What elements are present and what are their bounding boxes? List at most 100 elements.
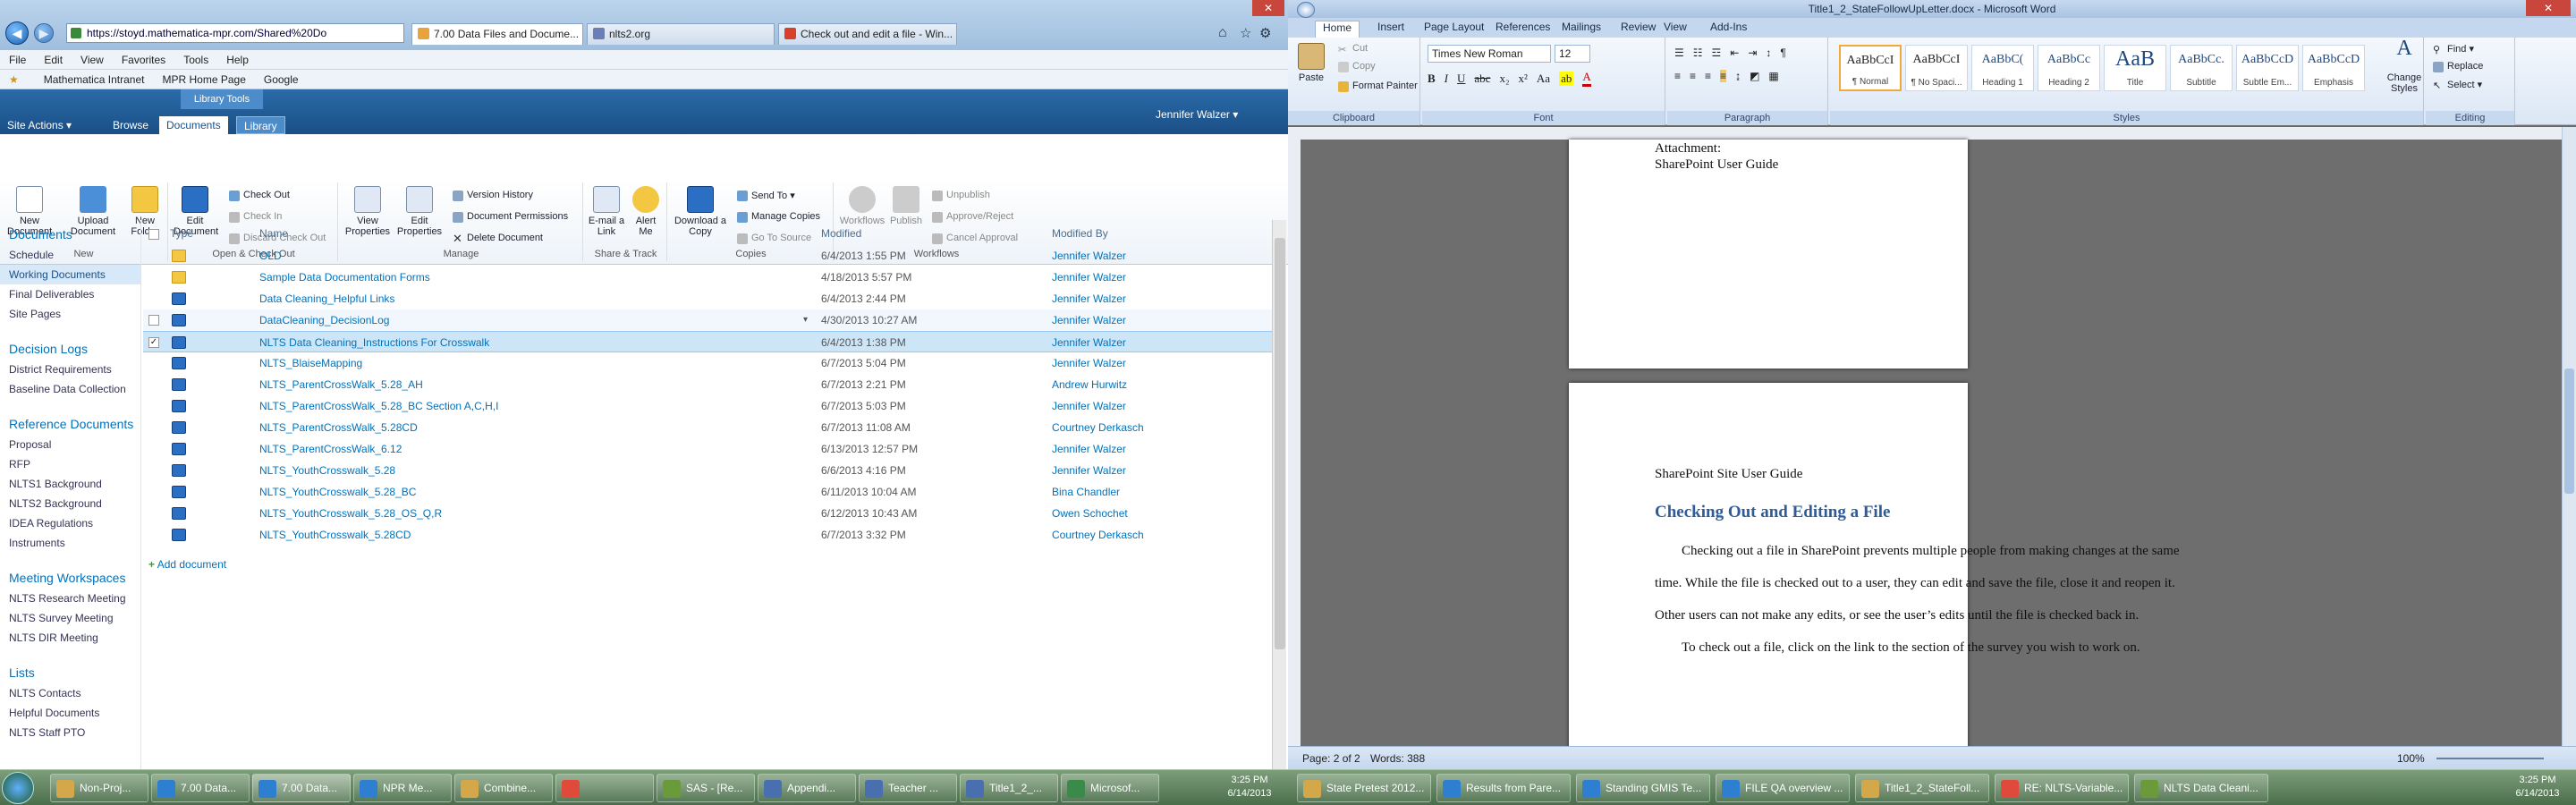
nav-schedule[interactable]: Schedule: [9, 245, 140, 265]
row-modified-by[interactable]: Jennifer Walzer: [1052, 332, 1126, 353]
bullets-icon[interactable]: ☰: [1674, 47, 1684, 59]
table-row[interactable]: NLTS_YouthCrosswalk_5.28 6/6/2013 4:16 PM…: [143, 460, 1272, 481]
line-spacing-icon[interactable]: ↨: [1735, 70, 1741, 82]
format-painter-button[interactable]: Format Painter: [1338, 80, 1418, 92]
row-name[interactable]: NLTS_ParentCrossWalk_5.28CD: [259, 417, 418, 438]
row-modified-by[interactable]: Jennifer Walzer: [1052, 460, 1126, 481]
fav-mpr-home[interactable]: MPR Home Page: [163, 73, 246, 86]
row-name[interactable]: NLTS_ParentCrossWalk_5.28_BC Section A,C…: [259, 395, 498, 417]
row-name[interactable]: OLD: [259, 245, 282, 267]
sort-icon[interactable]: ↕: [1766, 47, 1771, 59]
clock-left[interactable]: 3:25 PM 6/14/2013: [1218, 774, 1281, 801]
row-name[interactable]: NLTS_ParentCrossWalk_5.28_AH: [259, 374, 423, 395]
bold-icon[interactable]: B: [1428, 72, 1436, 86]
taskbar-button[interactable]: Title1_2_StateFoll...: [1855, 774, 1989, 802]
user-menu[interactable]: Jennifer Walzer ▾: [1148, 106, 1245, 123]
row-name[interactable]: NLTS_YouthCrosswalk_5.28_OS_Q,R: [259, 503, 442, 524]
page-1[interactable]: Attachment: SharePoint User Guide: [1569, 140, 1968, 369]
tab-check-out[interactable]: Check out and edit a file - Win...: [778, 23, 957, 45]
table-row[interactable]: NLTS_ParentCrossWalk_6.12 6/13/2013 12:57…: [143, 438, 1272, 460]
highlight-icon[interactable]: ab: [1559, 71, 1574, 86]
select-all-checkbox[interactable]: [148, 229, 159, 240]
numbering-icon[interactable]: ☷: [1693, 47, 1703, 59]
tab-library[interactable]: Library: [236, 116, 285, 134]
table-row[interactable]: NLTS_ParentCrossWalk_5.28_BC Section A,C…: [143, 395, 1272, 417]
row-modified-by[interactable]: Courtney Derkasch: [1052, 417, 1144, 438]
font-color-icon[interactable]: A: [1582, 70, 1591, 87]
nav-head-reference[interactable]: Reference Documents: [9, 417, 140, 431]
strikethrough-icon[interactable]: abc: [1474, 72, 1490, 86]
style-3[interactable]: AaBbCc Heading 2: [2038, 45, 2100, 91]
taskbar-button[interactable]: SAS - [Re...: [657, 774, 755, 802]
nav-head-documents[interactable]: Documents: [9, 227, 140, 242]
home-icon[interactable]: ⌂: [1218, 25, 1227, 41]
office-button[interactable]: [1297, 2, 1315, 18]
align-right-icon[interactable]: ≡: [1705, 70, 1711, 82]
table-row[interactable]: Sample Data Documentation Forms 4/18/2013…: [143, 267, 1272, 288]
table-row[interactable]: NLTS_ParentCrossWalk_5.28CD 6/7/2013 11:0…: [143, 417, 1272, 438]
taskbar-button[interactable]: Teacher ...: [859, 774, 957, 802]
nav-nlts1-background[interactable]: NLTS1 Background: [9, 474, 140, 494]
word-count[interactable]: Words: 388: [1370, 747, 1425, 769]
row-checkbox[interactable]: ✓: [148, 337, 159, 348]
align-center-icon[interactable]: ≡: [1690, 70, 1696, 82]
nav-head-meeting[interactable]: Meeting Workspaces: [9, 571, 140, 585]
word-tab-mailings[interactable]: Mailings: [1562, 21, 1601, 33]
multilevel-list-icon[interactable]: ☲: [1712, 47, 1722, 59]
italic-icon[interactable]: I: [1445, 72, 1448, 86]
paste-button[interactable]: Paste: [1293, 43, 1329, 83]
tab-nlts2[interactable]: nlts2.org: [587, 23, 775, 45]
taskbar-button[interactable]: Title1_2_...: [960, 774, 1058, 802]
taskbar-button[interactable]: FILE QA overview ...: [1716, 774, 1850, 802]
menu-file[interactable]: File: [9, 54, 26, 66]
decrease-indent-icon[interactable]: ⇤: [1730, 47, 1739, 59]
word-tab-references[interactable]: References: [1496, 21, 1550, 33]
table-row[interactable]: NLTS_BlaiseMapping 6/7/2013 5:04 PM Jennif…: [143, 352, 1272, 374]
table-row[interactable]: NLTS_YouthCrosswalk_5.28CD 6/7/2013 3:32 …: [143, 524, 1272, 546]
row-modified-by[interactable]: Jennifer Walzer: [1052, 395, 1126, 417]
scroll-thumb[interactable]: [1275, 238, 1285, 649]
clock-right[interactable]: 3:25 PM 6/14/2013: [2506, 774, 2569, 801]
row-name[interactable]: Data Cleaning_Helpful Links: [259, 288, 394, 309]
tab-documents[interactable]: Documents: [159, 116, 228, 134]
style-6[interactable]: AaBbCcD Subtle Em...: [2236, 45, 2299, 91]
superscript-icon[interactable]: x²: [1519, 72, 1528, 86]
style-5[interactable]: AaBbCc. Subtitle: [2170, 45, 2233, 91]
style-4[interactable]: AaB Title: [2104, 45, 2166, 91]
page-count[interactable]: Page: 2 of 2: [1302, 747, 1360, 769]
row-checkbox[interactable]: [148, 315, 159, 326]
menu-tools[interactable]: Tools: [183, 54, 208, 66]
nav-district-requirements[interactable]: District Requirements: [9, 360, 140, 379]
nav-research-meeting[interactable]: NLTS Research Meeting: [9, 589, 140, 608]
nav-site-pages[interactable]: Site Pages: [9, 304, 140, 324]
style-2[interactable]: AaBbC(Heading 1: [1971, 45, 2034, 91]
table-row[interactable]: NLTS_YouthCrosswalk_5.28_BC 6/11/2013 10:…: [143, 481, 1272, 503]
word-tab-page-layout[interactable]: Page Layout: [1424, 21, 1484, 33]
taskbar-button[interactable]: Non-Proj...: [50, 774, 148, 802]
underline-icon[interactable]: U: [1457, 72, 1465, 86]
style-1[interactable]: AaBbCcI ¶ No Spaci...: [1905, 45, 1968, 91]
table-row[interactable]: NLTS_YouthCrosswalk_5.28_OS_Q,R 6/12/2013…: [143, 503, 1272, 524]
copy-button[interactable]: Copy: [1338, 61, 1376, 72]
nav-idea-regulations[interactable]: IDEA Regulations: [9, 513, 140, 533]
row-name[interactable]: NLTS_YouthCrosswalk_5.28: [259, 460, 395, 481]
taskbar-button[interactable]: Appendi...: [758, 774, 856, 802]
nav-head-lists[interactable]: Lists: [9, 665, 140, 680]
taskbar-button[interactable]: Microsof...: [1061, 774, 1159, 802]
unpublish-button[interactable]: Unpublish: [932, 190, 990, 201]
cut-button[interactable]: ✂ Cut: [1338, 43, 1368, 55]
row-name[interactable]: DataCleaning_DecisionLog: [259, 309, 389, 331]
add-document-link[interactable]: + Add document: [148, 558, 226, 571]
row-modified-by[interactable]: Jennifer Walzer: [1052, 267, 1126, 288]
scroll-thumb[interactable]: [2564, 369, 2574, 494]
select-button[interactable]: ↖ Select ▾: [2433, 79, 2482, 91]
favorites-star-icon[interactable]: ☆: [1240, 25, 1251, 41]
tools-gear-icon[interactable]: ⚙: [1259, 25, 1271, 41]
tab-data-files[interactable]: 7.00 Data Files and Docume...: [411, 23, 583, 45]
menu-edit[interactable]: Edit: [44, 54, 63, 66]
shading-icon[interactable]: ◩: [1750, 70, 1759, 82]
horizontal-ruler[interactable]: [1288, 127, 2576, 140]
taskbar-button[interactable]: Standing GMIS Te...: [1576, 774, 1710, 802]
font-name-box[interactable]: Times New Roman: [1428, 45, 1551, 63]
change-case-icon[interactable]: Aa: [1537, 72, 1550, 86]
